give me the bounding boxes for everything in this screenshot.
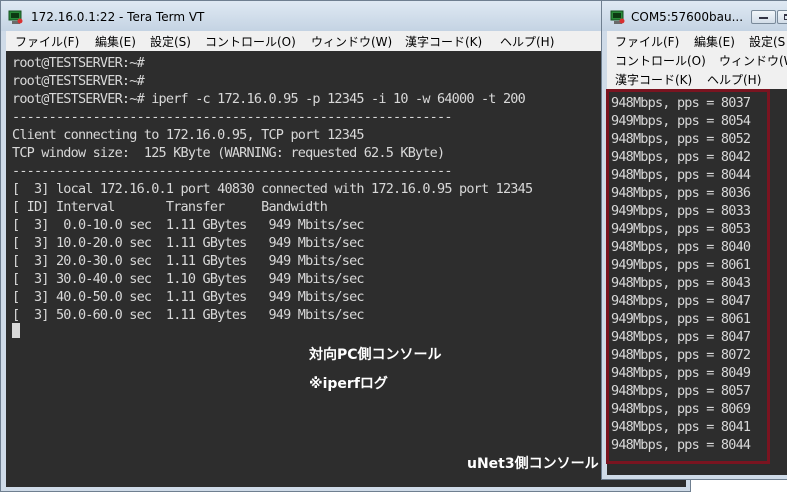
terminal-line: [ 3] 20.0-30.0 sec 1.11 GBytes 949 Mbits… (12, 253, 365, 269)
menu-help[interactable]: ヘルプ(H) (707, 71, 761, 88)
tera-term-terminal[interactable]: root@TESTSERVER:~# root@TESTSERVER:~# ro… (6, 51, 686, 487)
terminal-line: root@TESTSERVER:~# (12, 73, 145, 89)
menu-control[interactable]: コントロール(O) (615, 52, 706, 69)
pps-line: 948Mbps, pps = 8040 (611, 239, 751, 255)
minimize-button[interactable] (751, 10, 776, 24)
com5-titlebar[interactable]: COM5:57600bau... (602, 1, 787, 31)
pps-line: 948Mbps, pps = 8044 (611, 437, 751, 453)
menu-file[interactable]: ファイル(F) (615, 33, 679, 50)
terminal-line: [ ID] Interval Transfer Bandwidth (12, 199, 328, 215)
maximize-button[interactable] (777, 10, 787, 24)
pps-line: 948Mbps, pps = 8049 (611, 365, 751, 381)
terminal-line: ----------------------------------------… (12, 163, 452, 179)
pps-line: 949Mbps, pps = 8053 (611, 221, 751, 237)
terminal-line: [ 3] 50.0-60.0 sec 1.11 GBytes 949 Mbits… (12, 307, 365, 323)
com5-title: COM5:57600bau... (631, 10, 744, 24)
pps-line: 948Mbps, pps = 8072 (611, 347, 751, 363)
menu-setup[interactable]: 設定(S (749, 33, 785, 50)
minimize-icon (759, 17, 768, 19)
pps-line: 949Mbps, pps = 8033 (611, 203, 751, 219)
terminal-line: [ 3] local 172.16.0.1 port 40830 connect… (12, 181, 533, 197)
pps-line: 948Mbps, pps = 8042 (611, 149, 751, 165)
pps-line: 948Mbps, pps = 8041 (611, 419, 751, 435)
menu-control[interactable]: コントロール(O) (205, 33, 296, 50)
terminal-cursor (12, 323, 20, 338)
menu-window[interactable]: ウィンドウ(W) (311, 33, 392, 50)
pps-line: 948Mbps, pps = 8052 (611, 131, 751, 147)
terminal-line: ----------------------------------------… (12, 109, 452, 125)
com5-menubar: ファイル(F) 編集(E) 設定(S コントロール(O) ウィンドウ(W 漢字コ… (607, 31, 787, 89)
annotation-unet3-console: uNet3側コンソール (467, 456, 599, 472)
terminal-line: [ 3] 40.0-50.0 sec 1.11 GBytes 949 Mbits… (12, 289, 365, 305)
menu-setup[interactable]: 設定(S) (150, 33, 191, 50)
menu-edit[interactable]: 編集(E) (694, 33, 735, 50)
pps-line: 948Mbps, pps = 8036 (611, 185, 751, 201)
terminal-line: Client connecting to 172.16.0.95, TCP po… (12, 127, 365, 143)
pps-line: 948Mbps, pps = 8057 (611, 383, 751, 399)
tera-term-window: 172.16.0.1:22 - Tera Term VT ファイル(F) 編集(… (0, 0, 691, 492)
annotation-iperf-log: ※iperfログ (309, 376, 388, 392)
tera-term-titlebar[interactable]: 172.16.0.1:22 - Tera Term VT (1, 1, 690, 31)
pps-line: 948Mbps, pps = 8047 (611, 293, 751, 309)
pps-line: 949Mbps, pps = 8054 (611, 113, 751, 129)
menu-kanji[interactable]: 漢字コード(K) (405, 33, 482, 50)
menu-kanji[interactable]: 漢字コード(K) (615, 71, 692, 88)
terminal-line: [ 3] 10.0-20.0 sec 1.11 GBytes 949 Mbits… (12, 235, 365, 251)
terminal-line: [ 3] 0.0-10.0 sec 1.11 GBytes 949 Mbits/… (12, 217, 365, 233)
terminal-line: root@TESTSERVER:~# iperf -c 172.16.0.95 … (12, 91, 526, 107)
tera-term-menubar: ファイル(F) 編集(E) 設定(S) コントロール(O) ウィンドウ(W) 漢… (6, 31, 686, 51)
pps-line: 948Mbps, pps = 8069 (611, 401, 751, 417)
tera-term-app-icon[interactable] (8, 9, 24, 25)
menu-edit[interactable]: 編集(E) (95, 33, 136, 50)
com5-terminal[interactable]: 948Mbps, pps = 8037 949Mbps, pps = 8054 … (607, 89, 787, 475)
pps-line: 949Mbps, pps = 8061 (611, 257, 751, 273)
pps-line: 948Mbps, pps = 8037 (611, 95, 751, 111)
pps-line: 948Mbps, pps = 8047 (611, 329, 751, 345)
pps-line: 949Mbps, pps = 8061 (611, 311, 751, 327)
pps-line: 948Mbps, pps = 8044 (611, 167, 751, 183)
terminal-line: root@TESTSERVER:~# (12, 55, 145, 71)
com5-window: COM5:57600bau... ファイル(F) 編集(E) 設定(S コントロ… (601, 0, 787, 480)
com5-app-icon[interactable] (610, 9, 626, 25)
menu-file[interactable]: ファイル(F) (15, 33, 79, 50)
terminal-line: [ 3] 30.0-40.0 sec 1.10 GBytes 949 Mbits… (12, 271, 365, 287)
pps-line: 948Mbps, pps = 8043 (611, 275, 751, 291)
menu-help[interactable]: ヘルプ(H) (500, 33, 554, 50)
tera-term-title: 172.16.0.1:22 - Tera Term VT (31, 10, 205, 24)
terminal-line: TCP window size: 125 KByte (WARNING: req… (12, 145, 445, 161)
menu-window[interactable]: ウィンドウ(W (719, 52, 787, 69)
annotation-peer-console: 対向PC側コンソール (309, 347, 442, 363)
